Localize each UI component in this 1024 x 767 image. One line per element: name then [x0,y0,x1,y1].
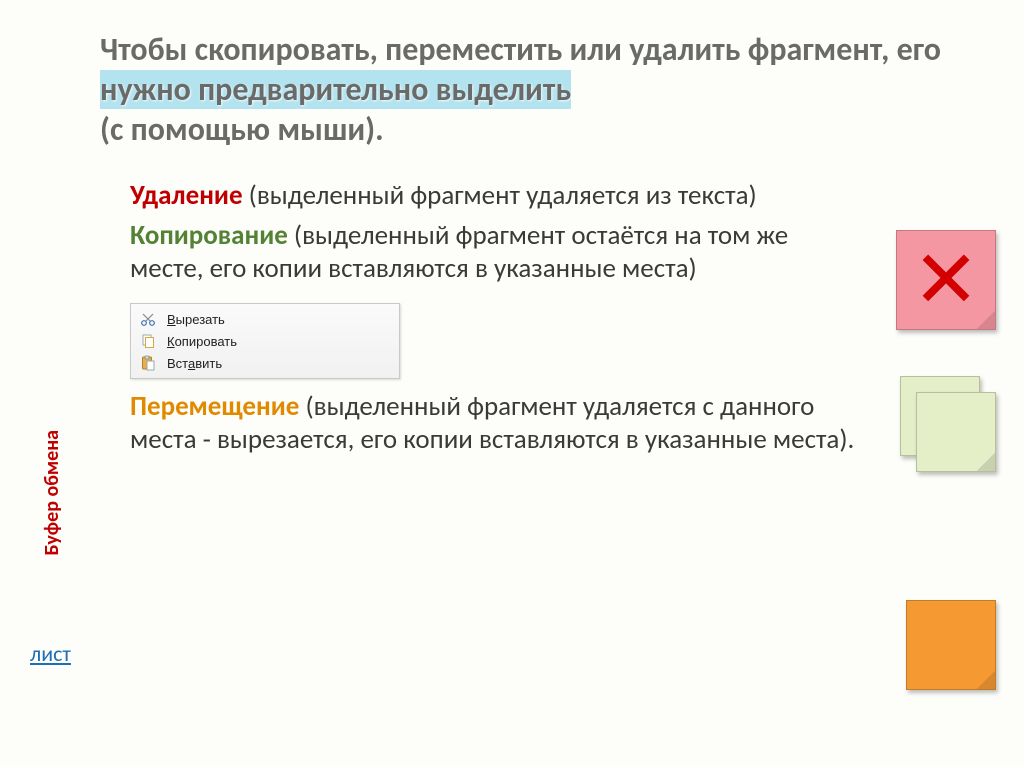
move-term: Перемещение [130,390,299,423]
paste-icon [137,354,159,372]
menu-cut-label: Вырезать [167,312,225,327]
title-text-1: Чтобы скопировать, переместить или удали… [100,30,941,69]
copy-term: Копирование [130,219,288,252]
clipboard-side-label: Буфер обмена [40,430,64,556]
scissors-icon [137,310,159,328]
menu-copy-label: Копировать [167,334,237,349]
menu-paste-label: Вставить [167,356,222,371]
menu-item-paste[interactable]: Вставить [131,352,399,374]
sticky-note-move [906,600,996,690]
copy-icon [137,332,159,350]
title-text-2b: с помощью мыши). [110,110,384,149]
delete-text: (выделенный фрагмент удаляется из текста… [243,179,757,212]
context-menu: Вырезать Копировать Вставить [130,303,400,379]
move-paragraph: Перемещение (выделенный фрагмент удаляет… [130,391,864,456]
content-body: Удаление (выделенный фрагмент удаляется … [100,180,984,456]
delete-paragraph: Удаление (выделенный фрагмент удаляется … [130,180,864,212]
delete-term: Удаление [130,179,243,212]
menu-item-copy[interactable]: Копировать [131,330,399,352]
slide-title: Чтобы скопировать, переместить или удали… [100,30,984,150]
title-highlight: нужно предварительно выделить [100,70,571,109]
close-icon: ✕ [897,231,995,331]
slide-container: Чтобы скопировать, переместить или удали… [0,0,1024,767]
list-link[interactable]: лист [30,640,71,667]
sticky-note-delete: ✕ [896,230,996,330]
menu-item-cut[interactable]: Вырезать [131,308,399,330]
sticky-note-copy-front [916,392,996,472]
copy-paragraph: Копирование (выделенный фрагмент остаётс… [130,220,864,285]
title-text-2a: ( [100,110,110,149]
